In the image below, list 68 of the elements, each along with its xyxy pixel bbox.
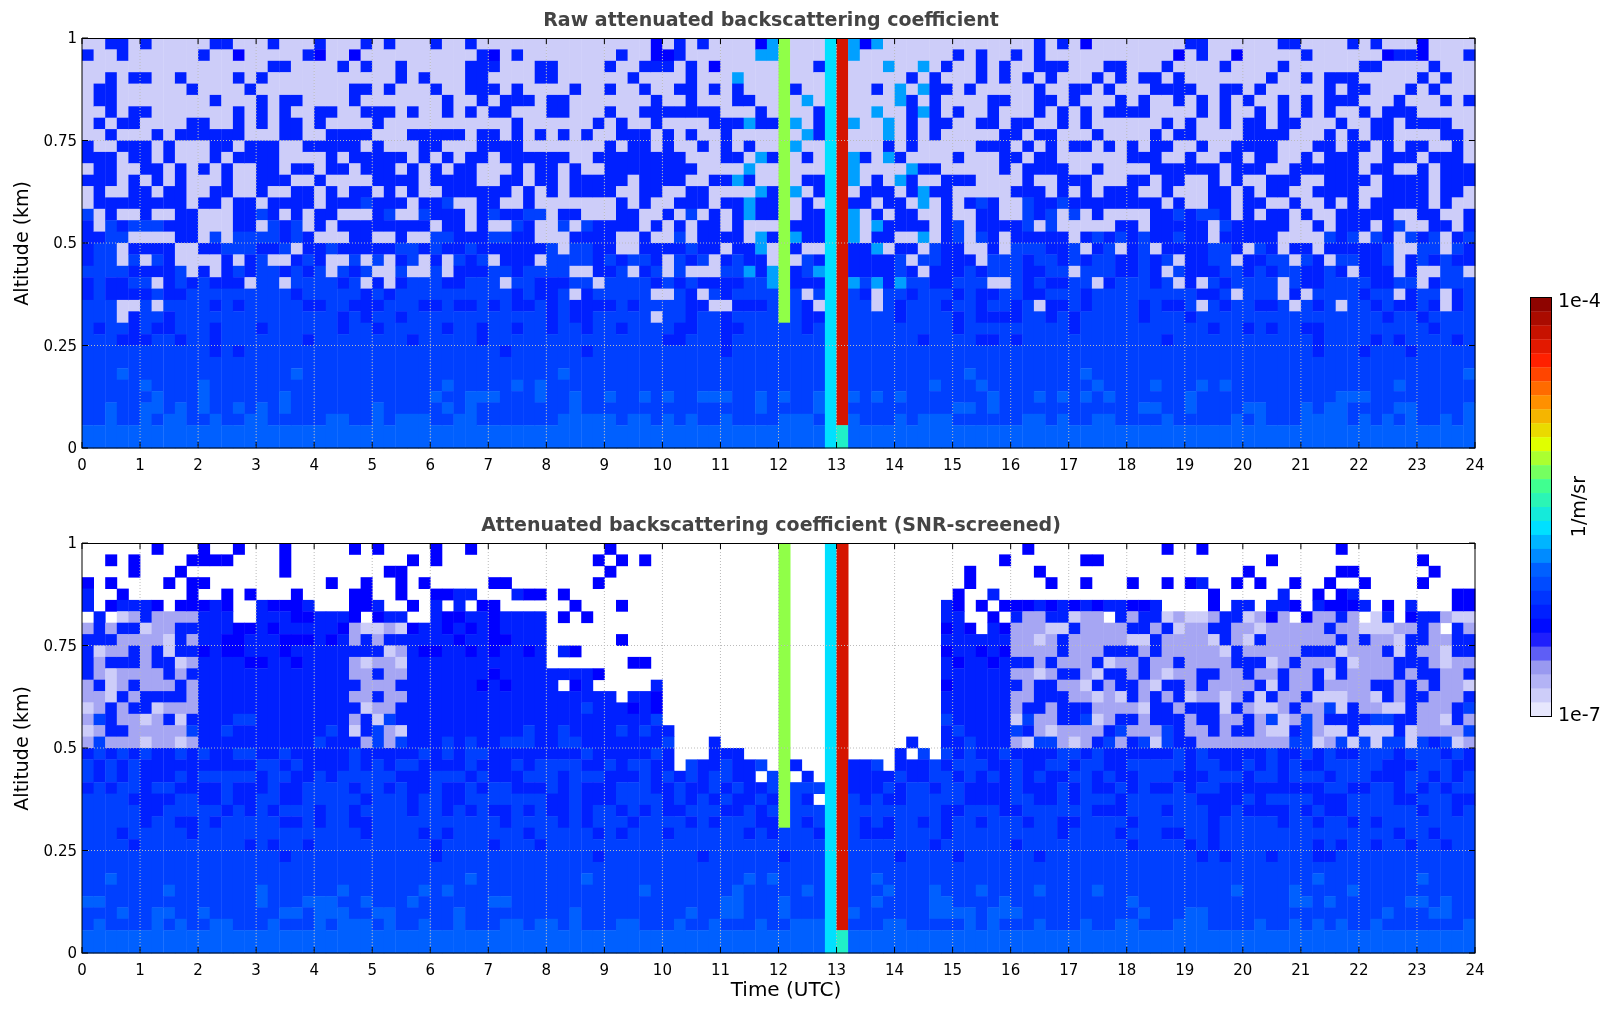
plot-title: Attenuated backscattering coefficient (SNR-screened) <box>481 513 1061 535</box>
tick-label: 10 <box>652 961 672 979</box>
tick-label: 12 <box>768 456 789 474</box>
tick-label: 0 <box>77 456 87 474</box>
tick-label: 3 <box>251 456 261 474</box>
plot-title: Raw attenuated backscattering coefficient <box>543 8 999 30</box>
tick-label: 24 <box>1465 961 1485 979</box>
tick-label: 21 <box>1291 961 1311 979</box>
tick-label: 23 <box>1407 961 1427 979</box>
tick-label: 8 <box>541 456 552 474</box>
tick-label: 9 <box>599 456 610 474</box>
axis-label: Altitude (km) <box>10 685 32 811</box>
colorbar-tick-label: 1e-7 <box>1558 703 1601 725</box>
tick-label: 9 <box>599 961 610 979</box>
tick-label: 0.5 <box>53 739 77 757</box>
tick-label: 21 <box>1291 456 1311 474</box>
tick-label: 0 <box>67 944 77 962</box>
tick-label: 7 <box>483 456 494 474</box>
tick-label: 0.25 <box>43 336 77 355</box>
axis-label: Time (UTC) <box>730 977 842 1001</box>
colorbar-tick-label: 1e-4 <box>1558 289 1601 311</box>
tick-label: 11 <box>710 456 730 474</box>
tick-label: 0.75 <box>43 636 77 655</box>
tick-label: 1 <box>67 535 77 552</box>
tick-label: 15 <box>943 456 963 474</box>
tick-label: 1 <box>135 961 145 979</box>
tick-label: 17 <box>1059 961 1079 979</box>
tick-label: 17 <box>1059 456 1079 474</box>
tick-label: 3 <box>251 961 261 979</box>
tick-label: 16 <box>1001 456 1021 474</box>
tick-label: 1 <box>135 456 145 474</box>
axis-label: Altitude (km) <box>10 180 32 306</box>
tick-label: 0.75 <box>43 131 77 150</box>
tick-label: 22 <box>1349 961 1369 979</box>
colorbar-label: 1/m/sr <box>1566 476 1589 538</box>
tick-label: 2 <box>193 456 203 474</box>
tick-label: 8 <box>541 961 552 979</box>
tick-label: 19 <box>1175 456 1195 474</box>
tick-label: 19 <box>1175 961 1195 979</box>
tick-label: 13 <box>827 456 847 474</box>
tick-label: 14 <box>885 961 905 979</box>
tick-label: 6 <box>425 961 435 979</box>
tick-label: 7 <box>483 961 494 979</box>
tick-label: 4 <box>309 456 319 474</box>
tick-label: 11 <box>710 961 730 979</box>
tick-label: 0 <box>67 439 77 457</box>
tick-label: 0 <box>77 961 87 979</box>
tick-label: 18 <box>1117 456 1137 474</box>
tick-label: 18 <box>1117 961 1137 979</box>
tick-label: 22 <box>1349 456 1369 474</box>
tick-label: 6 <box>425 456 435 474</box>
tick-label: 2 <box>193 961 203 979</box>
tick-label: 23 <box>1407 456 1427 474</box>
tick-label: 10 <box>652 456 672 474</box>
tick-label: 24 <box>1465 456 1485 474</box>
tick-label: 16 <box>1001 961 1021 979</box>
tick-label: 15 <box>943 961 963 979</box>
tick-label: 12 <box>768 961 789 979</box>
tick-label: 20 <box>1233 961 1253 979</box>
tick-label: 5 <box>367 961 377 979</box>
tick-label: 13 <box>827 961 847 979</box>
tick-label: 4 <box>309 961 319 979</box>
tick-label: 5 <box>367 456 377 474</box>
tick-label: 1 <box>67 30 77 47</box>
tick-label: 0.5 <box>53 234 77 252</box>
tick-label: 20 <box>1233 456 1253 474</box>
tick-label: 0.25 <box>43 841 77 860</box>
tick-label: 14 <box>885 456 905 474</box>
